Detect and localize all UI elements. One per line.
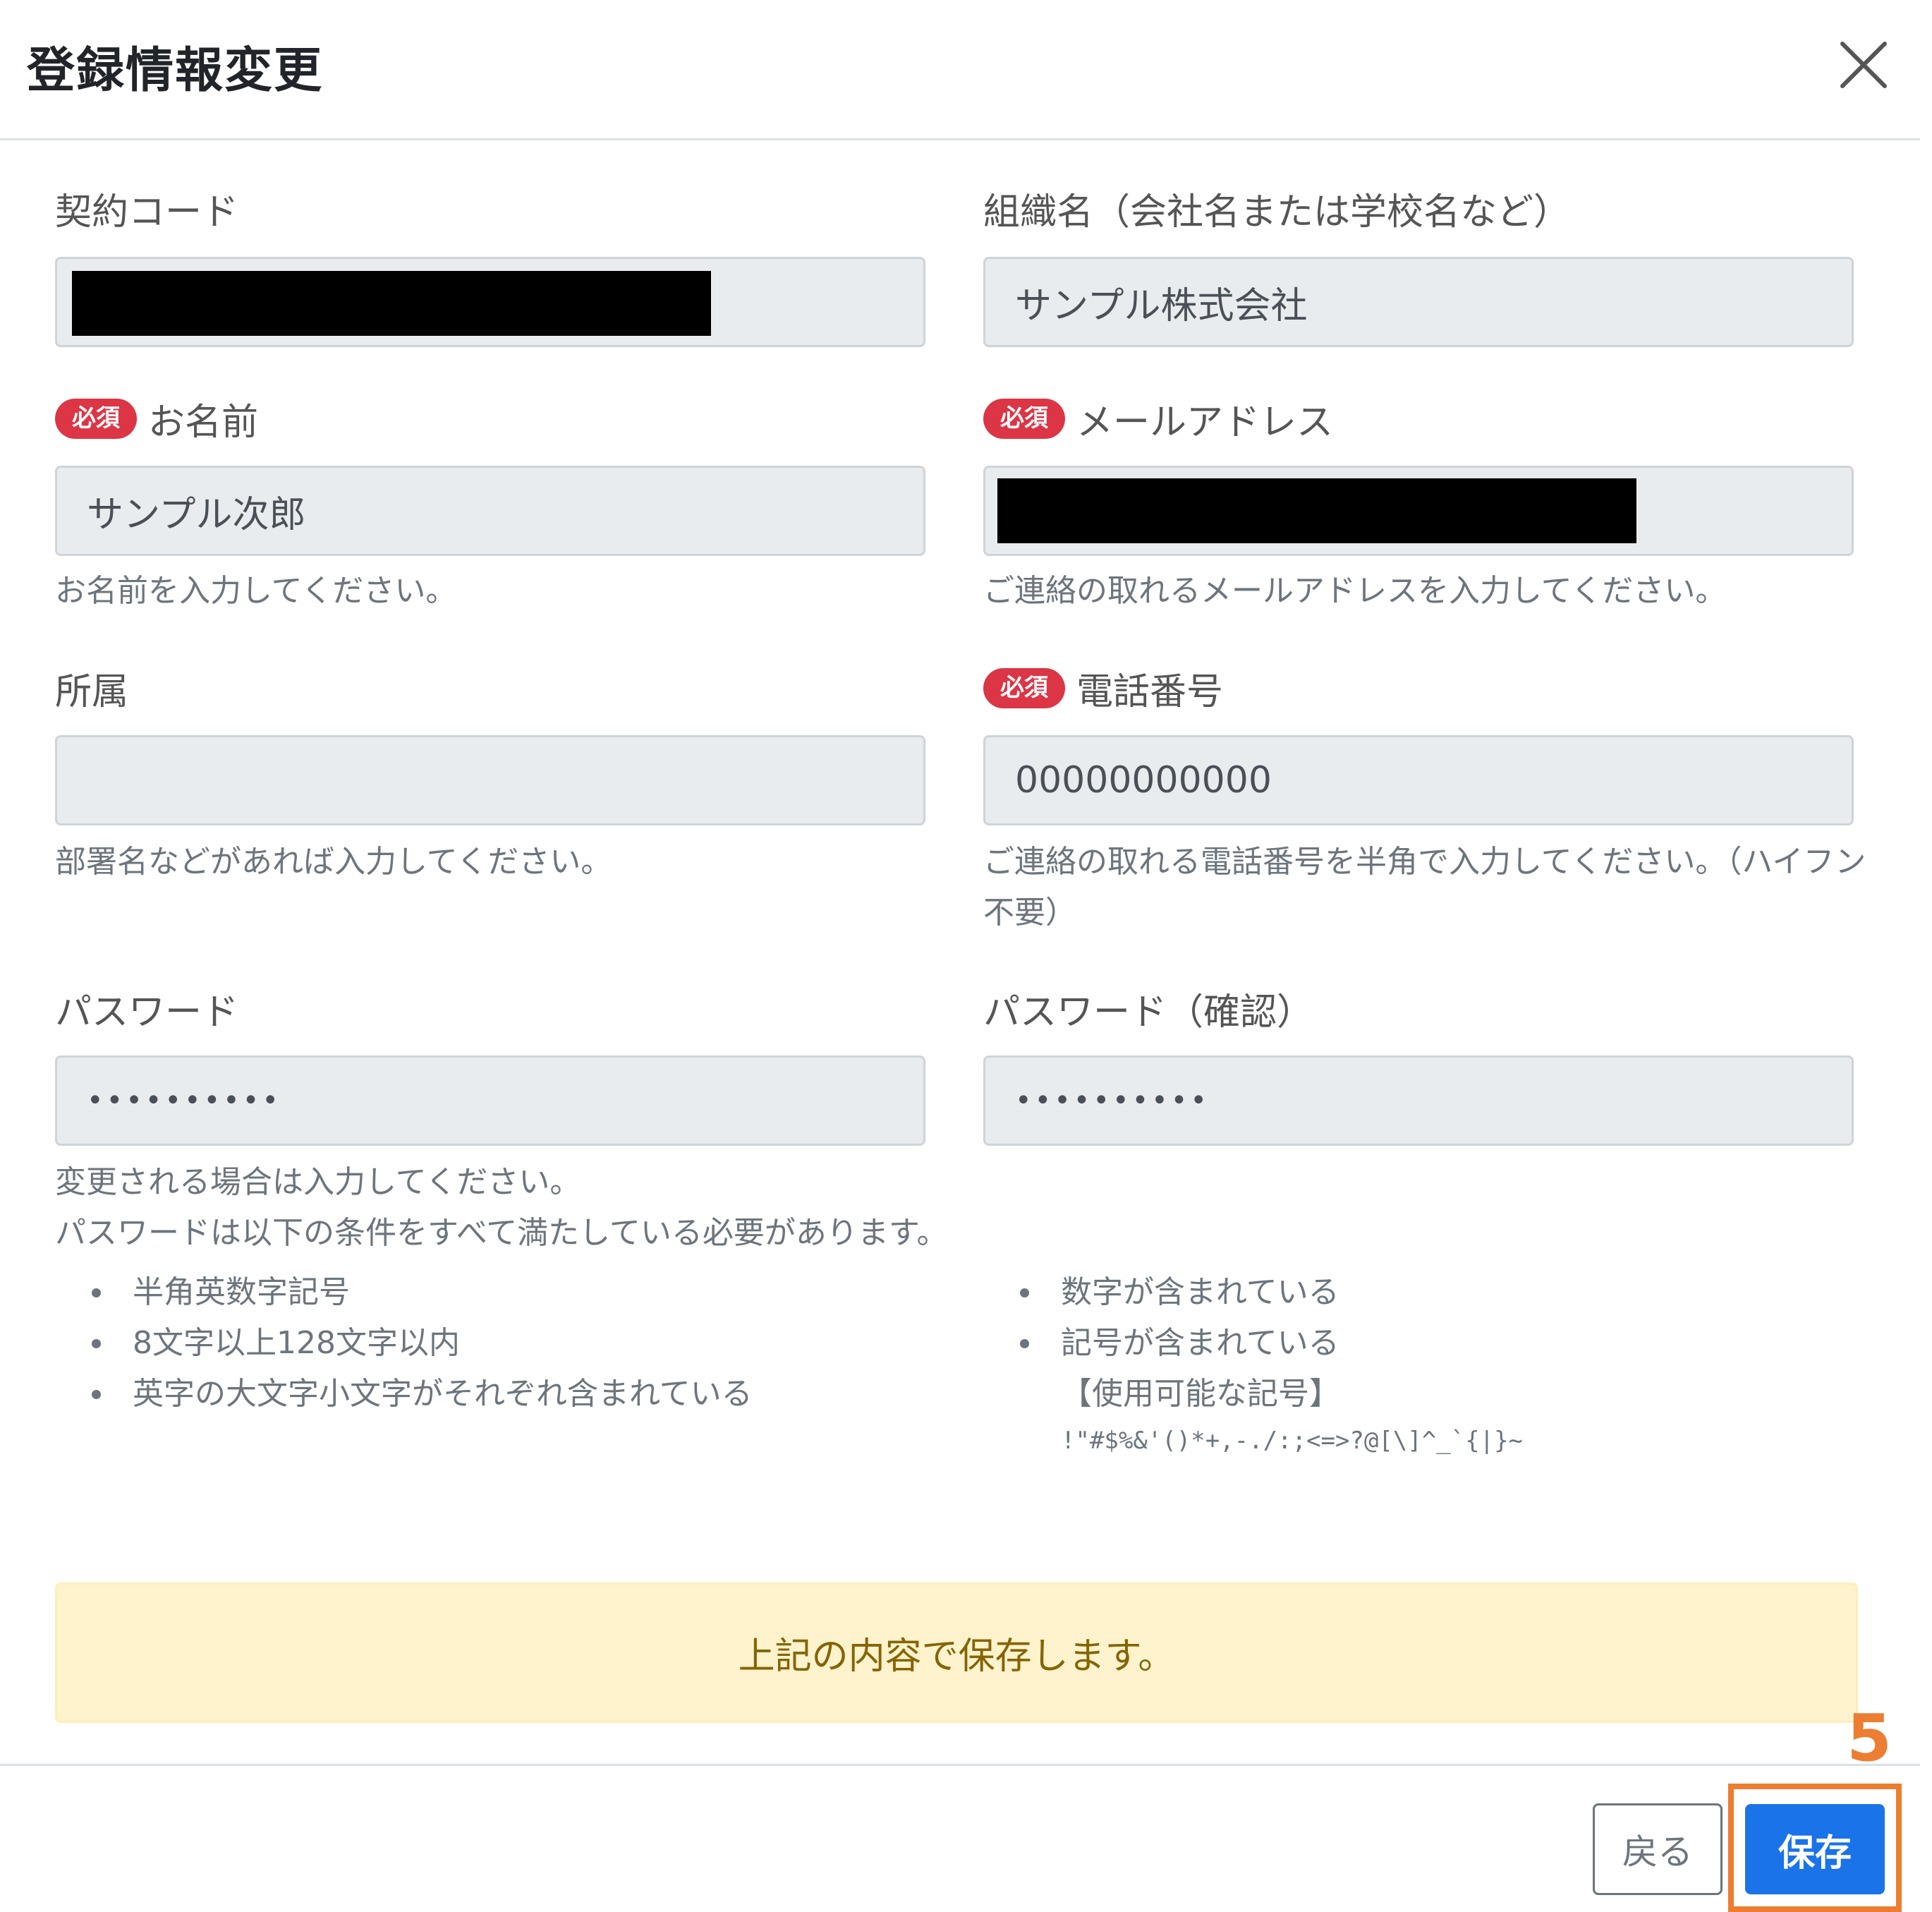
department-help-text: 部署名などがあれば入力してください。 [55, 844, 612, 880]
modal-title: 登録情報変更 [27, 43, 324, 99]
department-label-text: 所属 [55, 671, 129, 713]
phone-help-line-2: 不要） [983, 895, 1076, 931]
phone-label: 必須 電話番号 [983, 662, 1223, 715]
phone-label-text: 電話番号 [1076, 671, 1224, 713]
password-rules-right: 数字が含まれている 記号が含まれている 【使用可能な記号】 !"#$%&'()*… [983, 1267, 1523, 1462]
save-button[interactable]: 保存 [1745, 1804, 1885, 1894]
list-item: 半角英数字記号 [55, 1267, 753, 1318]
phone-help-line-1: ご連絡の取れる電話番号を半角で入力してください。（ハイフン [983, 844, 1866, 880]
password-help-line-1: 変更される場合は入力してください。 [55, 1164, 581, 1200]
organization-label: 組織名（会社名または学校名など） [983, 182, 1570, 235]
password-help-line-2: パスワードは以下の条件をすべて満たしている必要があります。 [55, 1215, 948, 1251]
password-rules-left: 半角英数字記号 8文字以上128文字以内 英字の大文字小文字がそれぞれ含まれてい… [55, 1267, 753, 1420]
name-label: 必須 お名前 [55, 392, 258, 445]
department-input[interactable] [55, 735, 925, 825]
email-label-text: メールアドレス [1076, 401, 1334, 444]
contract-code-label-text: 契約コード [55, 191, 239, 234]
close-icon [1840, 42, 1887, 88]
close-button[interactable] [1837, 38, 1890, 92]
phone-input[interactable] [983, 735, 1854, 825]
phone-help-text: ご連絡の取れる電話番号を半角で入力してください。（ハイフン 不要） [983, 837, 1866, 938]
list-item: 数字が含まれている [983, 1267, 1523, 1318]
list-item: 記号が含まれている [983, 1318, 1523, 1369]
password-label-text: パスワード [55, 991, 239, 1034]
name-label-text: お名前 [148, 401, 259, 444]
redacted-email [997, 478, 1636, 543]
required-badge: 必須 [55, 398, 137, 440]
password-help-text: 変更される場合は入力してください。 パスワードは以下の条件をすべて満たしている必… [55, 1157, 947, 1259]
required-badge: 必須 [983, 398, 1065, 440]
redacted-contract-code [72, 271, 711, 336]
contract-code-label: 契約コード [55, 182, 238, 235]
email-help-text: ご連絡の取れるメールアドレスを入力してください。 [983, 573, 1727, 609]
name-help-text: お名前を入力してください。 [55, 573, 457, 609]
step-number: 5 [1847, 1700, 1892, 1776]
required-badge: 必須 [983, 667, 1065, 709]
list-item: 英字の大文字小文字がそれぞれ含まれている [55, 1369, 753, 1420]
password-label: パスワード [55, 982, 238, 1035]
password-confirm-label: パスワード（確認） [983, 982, 1313, 1035]
department-label: 所属 [55, 662, 128, 715]
name-input[interactable] [55, 466, 925, 556]
password-confirm-label-text: パスワード（確認） [983, 991, 1314, 1034]
organization-input[interactable] [983, 257, 1854, 347]
password-input[interactable] [55, 1055, 925, 1146]
alert-message: 上記の内容で保存します。 [738, 1635, 1175, 1678]
allowed-symbols: !"#$%&'()*+,-./:;<=>?@[\]^_`{|}~ [1061, 1427, 1524, 1455]
email-label: 必須 メールアドレス [983, 392, 1333, 445]
organization-label-text: 組織名（会社名または学校名など） [983, 191, 1571, 234]
list-item: 8文字以上128文字以内 [55, 1318, 753, 1369]
modal-header: 登録情報変更 [0, 0, 1920, 140]
allowed-symbols-label: 【使用可能な記号】 [1061, 1376, 1340, 1412]
confirmation-alert: 上記の内容で保存します。 [55, 1583, 1858, 1723]
password-confirm-input[interactable] [983, 1055, 1854, 1146]
back-button[interactable]: 戻る [1593, 1803, 1723, 1895]
